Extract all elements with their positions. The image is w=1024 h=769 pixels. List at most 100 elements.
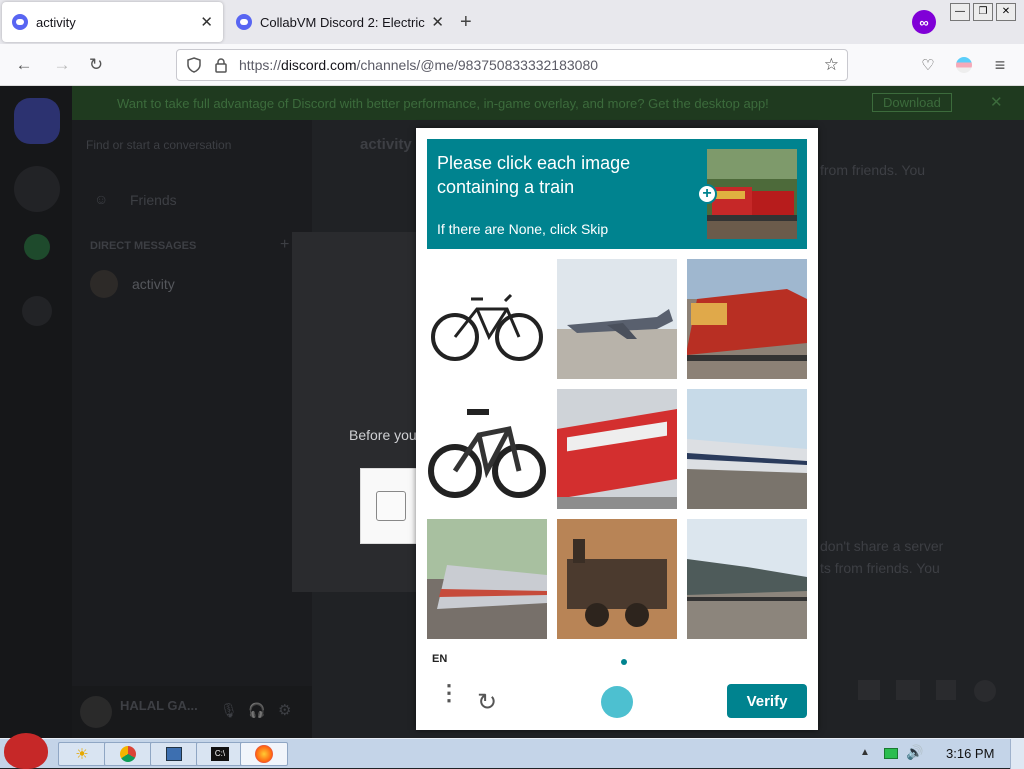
taskbar-cmd-icon[interactable]: C:\: [196, 742, 244, 766]
bicycle-image: [427, 259, 547, 379]
url-text: https://discord.com/channels/@me/9837508…: [239, 57, 598, 73]
captcha-image[interactable]: [687, 259, 807, 379]
verify-button[interactable]: Verify: [727, 684, 807, 718]
tray-arrow-icon[interactable]: ▲: [860, 747, 870, 758]
private-browsing-icon: ∞: [912, 10, 936, 34]
discord-icon: [12, 14, 28, 30]
side-text-2: don't share a server: [820, 538, 944, 554]
lock-icon: [215, 58, 227, 73]
clock[interactable]: 3:16 PM: [946, 746, 994, 761]
dm-header: DIRECT MESSAGES: [90, 240, 197, 252]
forward-icon[interactable]: →: [50, 53, 74, 77]
friends-link[interactable]: Friends: [130, 192, 177, 208]
browser-toolbar: ← → ↻ https://discord.com/channels/@me/9…: [0, 44, 1024, 86]
network-icon[interactable]: [884, 748, 898, 759]
modal-text: Before you: [349, 427, 417, 443]
close-banner-icon[interactable]: ✕: [990, 93, 1003, 111]
steam-locomotive-image: [557, 519, 677, 639]
server-list: [0, 86, 72, 738]
user-panel: HALAL GA... 🎙 🎧 ⚙: [72, 686, 312, 738]
train-image: [557, 389, 677, 509]
new-tab-icon[interactable]: +: [460, 11, 472, 34]
url-path: /channels/@me/983750833332183080: [356, 57, 599, 73]
pocket-icon[interactable]: ♡: [916, 53, 940, 77]
channel-sidebar: Find or start a conversation ☺ Friends D…: [72, 86, 312, 738]
tab-activity[interactable]: activity ✕: [2, 2, 223, 42]
start-button[interactable]: [4, 733, 48, 769]
side-text-3: ts from friends. You: [820, 560, 940, 576]
close-tab-icon[interactable]: ✕: [200, 13, 213, 31]
captcha-image[interactable]: [427, 259, 547, 379]
prompt-subtext: If there are None, click Skip: [437, 221, 609, 237]
prompt-line-2: containing a train: [437, 177, 575, 197]
train-image: [687, 389, 807, 509]
language-selector[interactable]: EN: [432, 653, 447, 665]
captcha-challenge: Please click each image containing a tra…: [416, 128, 818, 730]
show-desktop-button[interactable]: [1010, 739, 1024, 769]
captcha-widget: [360, 468, 420, 544]
emoji-icon[interactable]: [974, 680, 996, 702]
captcha-image[interactable]: [687, 519, 807, 639]
shield-icon: [187, 57, 201, 73]
taskbar-firefox-icon[interactable]: [240, 742, 288, 766]
captcha-image[interactable]: [427, 519, 547, 639]
captcha-image[interactable]: [557, 259, 677, 379]
more-options-icon[interactable]: ⋮: [438, 682, 460, 704]
prompt-title: Please click each image containing a tra…: [437, 151, 630, 199]
airplane-image: [557, 259, 677, 379]
search-input[interactable]: Find or start a conversation: [86, 138, 231, 152]
captcha-prompt: Please click each image containing a tra…: [427, 139, 807, 249]
captcha-image-grid: [427, 259, 807, 639]
close-window-icon[interactable]: ✕: [996, 3, 1016, 21]
tab-collabvm[interactable]: CollabVM Discord 2: Electric ✕: [226, 2, 454, 42]
train-image: [427, 519, 547, 639]
captcha-image[interactable]: [557, 389, 677, 509]
restore-icon[interactable]: ❐: [973, 3, 993, 21]
refresh-challenge-icon[interactable]: ↻: [477, 688, 497, 717]
captcha-checkbox[interactable]: [376, 491, 406, 521]
headphones-icon[interactable]: 🎧: [248, 702, 265, 719]
banner-text: Want to take full advantage of Discord w…: [117, 95, 769, 111]
expand-example-icon[interactable]: +: [697, 184, 717, 204]
bookmark-star-icon[interactable]: ☆: [824, 55, 839, 75]
prompt-line-1: Please click each image: [437, 153, 631, 173]
url-prefix: https://: [239, 57, 282, 73]
mic-icon[interactable]: 🎙: [220, 702, 238, 719]
gif-icon[interactable]: [896, 680, 920, 700]
download-apps-icon[interactable]: [22, 296, 52, 326]
url-bar[interactable]: https://discord.com/channels/@me/9837508…: [176, 49, 848, 81]
taskbar-sun-icon[interactable]: ☀: [58, 742, 106, 766]
menu-icon[interactable]: ≡: [988, 53, 1012, 77]
volume-icon[interactable]: 🔊: [906, 744, 923, 761]
hcaptcha-logo-icon: [601, 686, 633, 718]
discord-icon: [236, 14, 252, 30]
taskbar: ☀ C:\ ▲ 🔊 3:16 PM: [0, 733, 1024, 769]
avatar: [90, 270, 118, 298]
back-icon[interactable]: ←: [12, 53, 36, 77]
sticker-icon[interactable]: [936, 680, 956, 700]
settings-gear-icon[interactable]: ⚙: [278, 701, 291, 719]
add-dm-icon[interactable]: +: [280, 236, 289, 254]
dm-item-activity[interactable]: activity: [132, 276, 175, 292]
close-tab-icon[interactable]: ✕: [431, 13, 444, 31]
captcha-image[interactable]: [687, 389, 807, 509]
minimize-icon[interactable]: —: [950, 3, 970, 21]
account-icon[interactable]: [956, 57, 972, 73]
tab-label: activity: [36, 14, 76, 30]
discord-home-icon[interactable]: [14, 98, 60, 144]
add-server-icon[interactable]: [14, 166, 60, 212]
page-indicator-dot: [621, 659, 627, 665]
tab-label: CollabVM Discord 2: Electric: [260, 14, 425, 30]
taskbar-chrome-icon[interactable]: [104, 742, 152, 766]
reload-icon[interactable]: ↻: [84, 53, 108, 77]
browser-tab-bar: activity ✕ CollabVM Discord 2: Electric …: [0, 0, 1024, 44]
url-domain: discord.com: [281, 57, 357, 73]
download-button[interactable]: Download: [872, 93, 952, 112]
gift-icon[interactable]: [858, 680, 880, 700]
captcha-image[interactable]: [557, 519, 677, 639]
taskbar-explorer-icon[interactable]: [150, 742, 198, 766]
user-avatar: [80, 696, 112, 728]
explore-icon[interactable]: [24, 234, 50, 260]
captcha-image[interactable]: [427, 389, 547, 509]
bicycle-image: [427, 389, 547, 509]
